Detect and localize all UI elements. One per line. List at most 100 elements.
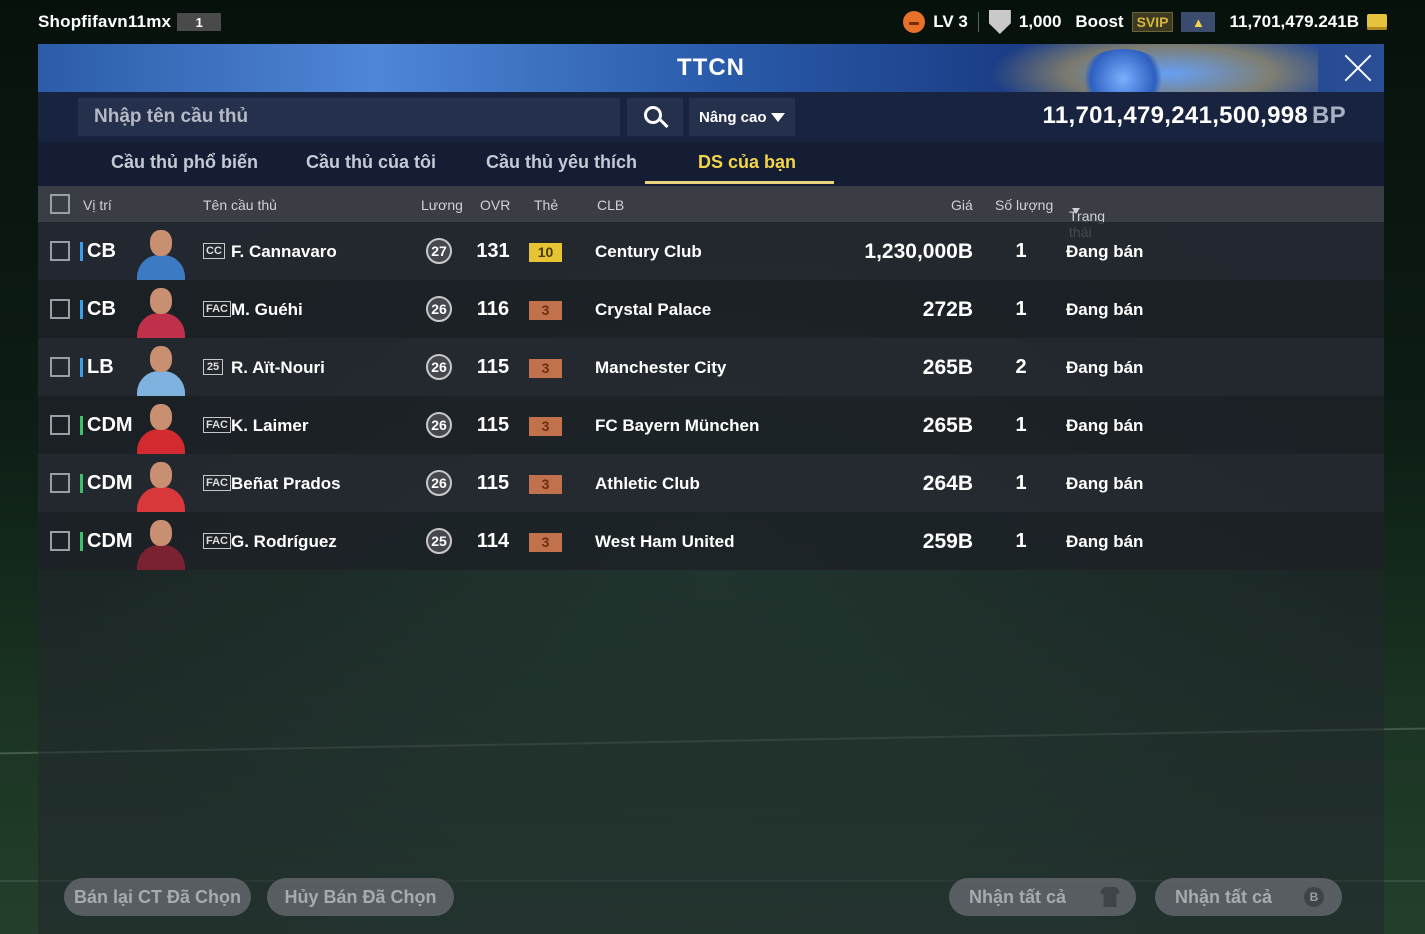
player-head [150,520,172,546]
divider [977,12,979,32]
wage-badge: 26 [426,470,452,496]
position-text: CDM [87,472,133,494]
transfer-market-panel: TTCN Nâng cao 11,701,479,241,500,998BP C… [38,44,1384,934]
row-checkbox[interactable] [50,299,70,319]
ovr-value: 116 [476,298,510,320]
bp-balance-value: 11,701,479,241,500,998 [1042,102,1309,129]
search-bar: Nâng cao 11,701,479,241,500,998BP [38,92,1384,142]
position-color-bar [80,416,83,435]
tab-favorite-players[interactable]: Cầu thủ yêu thích [486,152,637,173]
svip-badge[interactable]: SVIP [1131,12,1174,32]
select-all-checkbox[interactable] [50,194,70,214]
season-icon: FAC [203,301,231,317]
user-badge: 1 [177,13,222,31]
player-avatar [135,402,187,454]
price-value: 265B [922,356,973,379]
table-row[interactable]: CB FAC M. Guéhi 26 116 3 Crystal Palace 272B 1 Đa… [38,280,1384,338]
tab-my-listings[interactable]: DS của bạn [698,152,796,173]
season-icon: 25 [203,359,223,375]
col-name: Tên cầu thủ [203,197,277,213]
top-bar: Shopfifavn11mx 1 LV 3 1,000 Boost SVIP ▲… [0,0,1425,44]
bp-coin-icon: B [1304,887,1324,907]
position-text: CDM [87,414,133,436]
claim-all-players-label: Nhận tất cả [969,886,1067,907]
table-row[interactable]: CB CC F. Cannavaro 27 131 10 Century Club 1,230… [38,222,1384,280]
player-kit [137,371,185,396]
status-text: Đang bán [1066,242,1144,261]
close-icon[interactable] [1342,52,1374,84]
wage-badge: 26 [426,412,452,438]
player-position: CDM [80,414,133,437]
player-name[interactable]: F. Cannavaro [231,242,337,262]
upgrade-grade-badge: 3 [529,533,562,552]
col-position: Vị trí [83,197,112,213]
player-avatar [135,228,187,280]
wage-badge: 27 [426,238,452,264]
row-checkbox[interactable] [50,415,70,435]
wage-badge: 25 [426,528,452,554]
player-avatar [135,518,187,570]
cancel-selected-label: Hủy Bán Đã Chọn [284,886,437,907]
table-row[interactable]: CDM FAC G. Rodríguez 25 114 3 West Ham United 2… [38,512,1384,570]
bp-unit: BP [1312,102,1346,129]
quantity-value: 2 [1015,356,1027,378]
boost-up-icon[interactable]: ▲ [1181,12,1216,32]
ovr-value: 115 [476,356,510,378]
row-checkbox[interactable] [50,357,70,377]
table-row[interactable]: LB 25 R. Aït-Nouri 26 115 3 Manchester City 265… [38,338,1384,396]
row-checkbox[interactable] [50,241,70,261]
position-text: LB [87,356,114,378]
tab-popular-players[interactable]: Cầu thủ phổ biến [111,152,258,173]
row-checkbox[interactable] [50,473,70,493]
claim-all-bp-button[interactable]: Nhận tất cả B [1155,878,1342,916]
club-name: Athletic Club [595,474,700,493]
username: Shopfifavn11mx [38,12,172,31]
price-value: 1,230,000B [864,240,973,263]
panel-title: TTCN [677,54,745,81]
status-text: Đang bán [1066,532,1144,551]
club-name: Crystal Palace [595,300,712,319]
col-card: Thẻ [534,197,559,213]
player-head [150,462,172,488]
player-avatar [135,286,187,338]
col-quantity: Số lượng [995,197,1054,213]
table-row[interactable]: CDM FAC K. Laimer 26 115 3 FC Bayern München 26… [38,396,1384,454]
player-avatar [135,460,187,512]
player-head [150,288,172,314]
resell-selected-button[interactable]: Bán lại CT Đã Chọn [64,878,251,916]
player-name[interactable]: R. Aït-Nouri [231,358,325,378]
player-avatar [135,344,187,396]
status-text: Đang bán [1066,358,1144,377]
player-name[interactable]: M. Guéhi [231,300,303,320]
position-color-bar [80,474,83,493]
quantity-value: 1 [1015,298,1027,320]
claim-all-players-button[interactable]: Nhận tất cả [949,878,1136,916]
player-name[interactable]: K. Laimer [231,416,308,436]
search-input[interactable] [78,98,620,136]
quantity-value: 1 [1015,530,1027,552]
club-name: Manchester City [595,358,727,377]
active-tab-indicator [645,181,834,184]
search-button[interactable] [627,98,683,136]
advanced-filter-dropdown[interactable]: Nâng cao [689,98,795,136]
season-icon: FAC [203,417,231,433]
player-position: CDM [80,530,133,553]
player-name[interactable]: Beñat Prados [231,474,341,494]
player-name[interactable]: G. Rodríguez [231,532,337,552]
cancel-selected-button[interactable]: Hủy Bán Đã Chọn [267,878,454,916]
col-wage: Lương [421,197,463,213]
position-color-bar [80,532,83,551]
position-text: CB [87,298,116,320]
position-color-bar [80,242,83,261]
quantity-value: 1 [1015,472,1027,494]
table-row[interactable]: CDM FAC Beñat Prados 26 115 3 Athletic Club 264… [38,454,1384,512]
boost-label: Boost [1075,12,1124,31]
col-price: Giá [951,197,973,213]
panel-header: TTCN [38,44,1384,92]
player-position: CB [80,298,116,321]
row-checkbox[interactable] [50,531,70,551]
position-color-bar [80,358,83,377]
upgrade-grade-badge: 10 [529,243,562,262]
tab-my-players[interactable]: Cầu thủ của tôi [306,152,436,173]
level-text: LV 3 [933,12,968,31]
